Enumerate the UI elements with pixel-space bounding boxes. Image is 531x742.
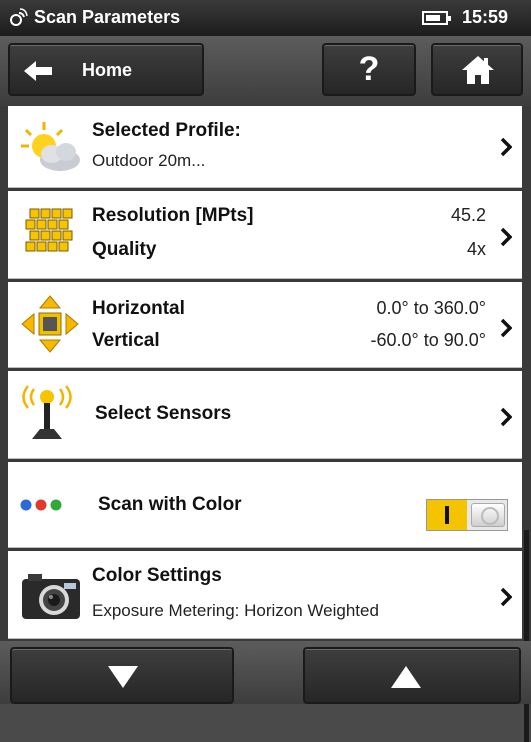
clock: 15:59 bbox=[462, 7, 509, 27]
exposure-metering-value: Exposure Metering: Horizon Weighted bbox=[92, 601, 379, 620]
back-arrow-icon bbox=[24, 61, 52, 81]
scan-with-color-label: Scan with Color bbox=[98, 494, 242, 515]
sensor-antenna-icon bbox=[22, 385, 72, 439]
quality-value: 4x bbox=[466, 239, 486, 259]
select-sensors-label: Select Sensors bbox=[95, 403, 232, 424]
resolution-row[interactable]: Resolution [MPts] 45.2 Quality 4x bbox=[8, 191, 522, 279]
home-button[interactable] bbox=[431, 43, 523, 96]
arrow-down-icon bbox=[108, 666, 138, 688]
selected-profile-row[interactable]: Selected Profile: Outdoor 20m... bbox=[8, 106, 522, 188]
resolution-grid-icon bbox=[25, 208, 73, 252]
parameter-list: Selected Profile: Outdoor 20m... Resolut… bbox=[0, 106, 531, 742]
resolution-label: Resolution [MPts] bbox=[92, 205, 254, 226]
page-down-button[interactable] bbox=[10, 647, 234, 704]
horizontal-range: 0.0° to 360.0° bbox=[376, 298, 486, 318]
chevron-right-icon bbox=[500, 318, 512, 338]
select-sensors-row[interactable]: Select Sensors bbox=[8, 371, 522, 459]
weather-sun-cloud-icon bbox=[21, 122, 80, 171]
battery-icon bbox=[422, 11, 451, 25]
help-button[interactable]: ? bbox=[322, 43, 416, 96]
navigation-bar: Home ? bbox=[0, 36, 531, 106]
chevron-right-icon bbox=[500, 407, 512, 427]
scan-color-toggle[interactable] bbox=[426, 499, 508, 531]
field-of-view-row[interactable]: Horizontal 0.0° to 360.0° Vertical -60.0… bbox=[8, 282, 522, 368]
vertical-label: Vertical bbox=[92, 330, 160, 351]
status-bar: Scan Parameters 15:59 bbox=[0, 0, 531, 36]
scanner-app-icon bbox=[10, 8, 28, 26]
profile-value: Outdoor 20m... bbox=[92, 151, 206, 170]
horizontal-label: Horizontal bbox=[92, 298, 185, 319]
chevron-right-icon bbox=[500, 227, 512, 247]
scrollbar[interactable] bbox=[524, 530, 529, 742]
quality-label: Quality bbox=[92, 239, 157, 260]
camera-icon bbox=[22, 574, 80, 619]
vertical-range: -60.0° to 90.0° bbox=[370, 330, 486, 350]
profile-label: Selected Profile: bbox=[92, 120, 241, 141]
app-title: Scan Parameters bbox=[34, 7, 181, 27]
chevron-right-icon bbox=[500, 587, 512, 607]
scan-with-color-row: Scan with Color bbox=[8, 462, 522, 548]
home-back-button[interactable]: Home bbox=[8, 43, 204, 96]
arrow-up-icon bbox=[391, 666, 421, 688]
bottom-bar bbox=[0, 641, 531, 704]
help-icon: ? bbox=[358, 50, 380, 88]
resolution-value: 45.2 bbox=[450, 205, 486, 225]
color-settings-row[interactable]: Color Settings Exposure Metering: Horizo… bbox=[8, 551, 522, 639]
page-up-button[interactable] bbox=[303, 647, 521, 704]
chevron-right-icon bbox=[500, 137, 512, 157]
color-settings-label: Color Settings bbox=[92, 565, 222, 586]
color-dots-icon bbox=[20, 499, 62, 511]
direction-arrows-icon bbox=[21, 295, 79, 353]
house-icon bbox=[462, 56, 494, 84]
home-label: Home bbox=[82, 60, 133, 80]
